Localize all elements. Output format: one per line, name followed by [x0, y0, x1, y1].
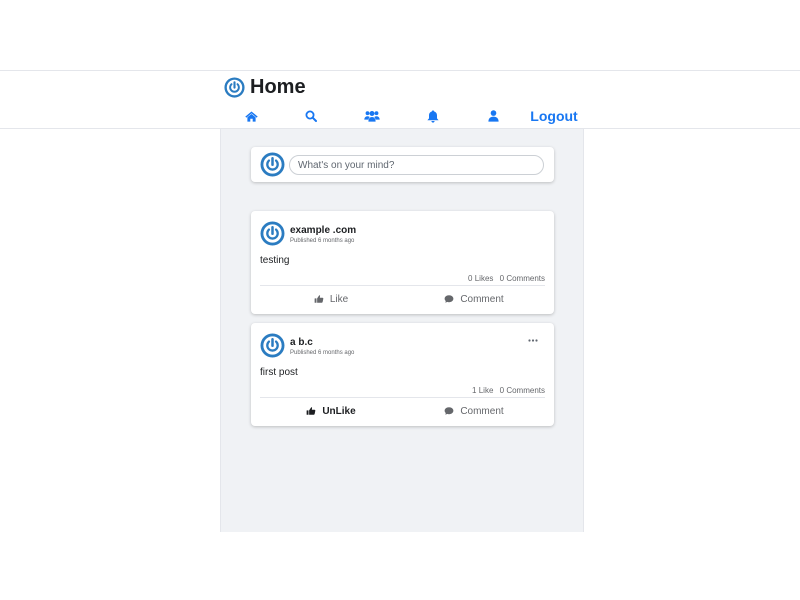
avatar: [260, 221, 285, 246]
nav-friends[interactable]: [364, 105, 380, 127]
nav-search[interactable]: [304, 105, 318, 127]
avatar: [260, 333, 285, 358]
bell-icon: [427, 109, 439, 123]
post-stats: 1 Like 0 Comments: [468, 386, 545, 395]
divider: [260, 397, 545, 398]
home-icon: [244, 111, 258, 122]
brand: Home: [224, 75, 306, 99]
thumbs-up-icon: [306, 406, 316, 416]
post-body: testing: [260, 255, 290, 266]
post-body: first post: [260, 367, 298, 378]
comment-button[interactable]: Comment: [404, 289, 544, 309]
power-logo-icon: [224, 77, 245, 98]
like-label: UnLike: [322, 405, 356, 417]
post-author[interactable]: example .com: [290, 225, 356, 236]
top-header: Home Logout: [0, 70, 800, 129]
nav-profile[interactable]: [486, 105, 500, 127]
news-feed: example .com Published 6 months ago test…: [220, 129, 584, 532]
post-card: example .com Published 6 months ago test…: [251, 211, 554, 314]
users-icon: [364, 111, 380, 122]
like-button[interactable]: Like: [261, 289, 401, 309]
thumbs-up-icon: [314, 294, 324, 304]
post-options-button[interactable]: [527, 334, 539, 346]
post-stats: 0 Likes 0 Comments: [464, 274, 545, 283]
logout-link[interactable]: Logout: [530, 105, 577, 127]
comment-button[interactable]: Comment: [404, 401, 544, 421]
post-timestamp: Published 6 months ago: [290, 238, 355, 244]
comment-count[interactable]: 0 Comments: [500, 274, 545, 283]
post-card: a b.c Published 6 months ago first post …: [251, 323, 554, 426]
search-icon: [305, 110, 317, 122]
like-label: Like: [329, 293, 349, 305]
comment-icon: [444, 294, 454, 304]
post-author[interactable]: a b.c: [290, 337, 313, 348]
user-icon: [487, 110, 499, 122]
unlike-button[interactable]: UnLike: [261, 401, 401, 421]
post-composer: [251, 147, 554, 182]
status-input[interactable]: [289, 155, 544, 175]
post-timestamp: Published 6 months ago: [290, 350, 355, 356]
more-horizontal-icon: [528, 338, 538, 342]
nav-home[interactable]: [244, 105, 258, 127]
nav-notifications[interactable]: [426, 105, 440, 127]
page-title: Home: [250, 76, 306, 98]
avatar: [260, 152, 285, 177]
comment-label: Comment: [460, 293, 504, 305]
main-nav: Logout: [224, 105, 584, 127]
like-count[interactable]: 0 Likes: [468, 274, 493, 283]
comment-icon: [444, 406, 454, 416]
like-count[interactable]: 1 Like: [472, 386, 493, 395]
comment-count[interactable]: 0 Comments: [500, 386, 545, 395]
comment-label: Comment: [460, 405, 504, 417]
divider: [260, 285, 545, 286]
